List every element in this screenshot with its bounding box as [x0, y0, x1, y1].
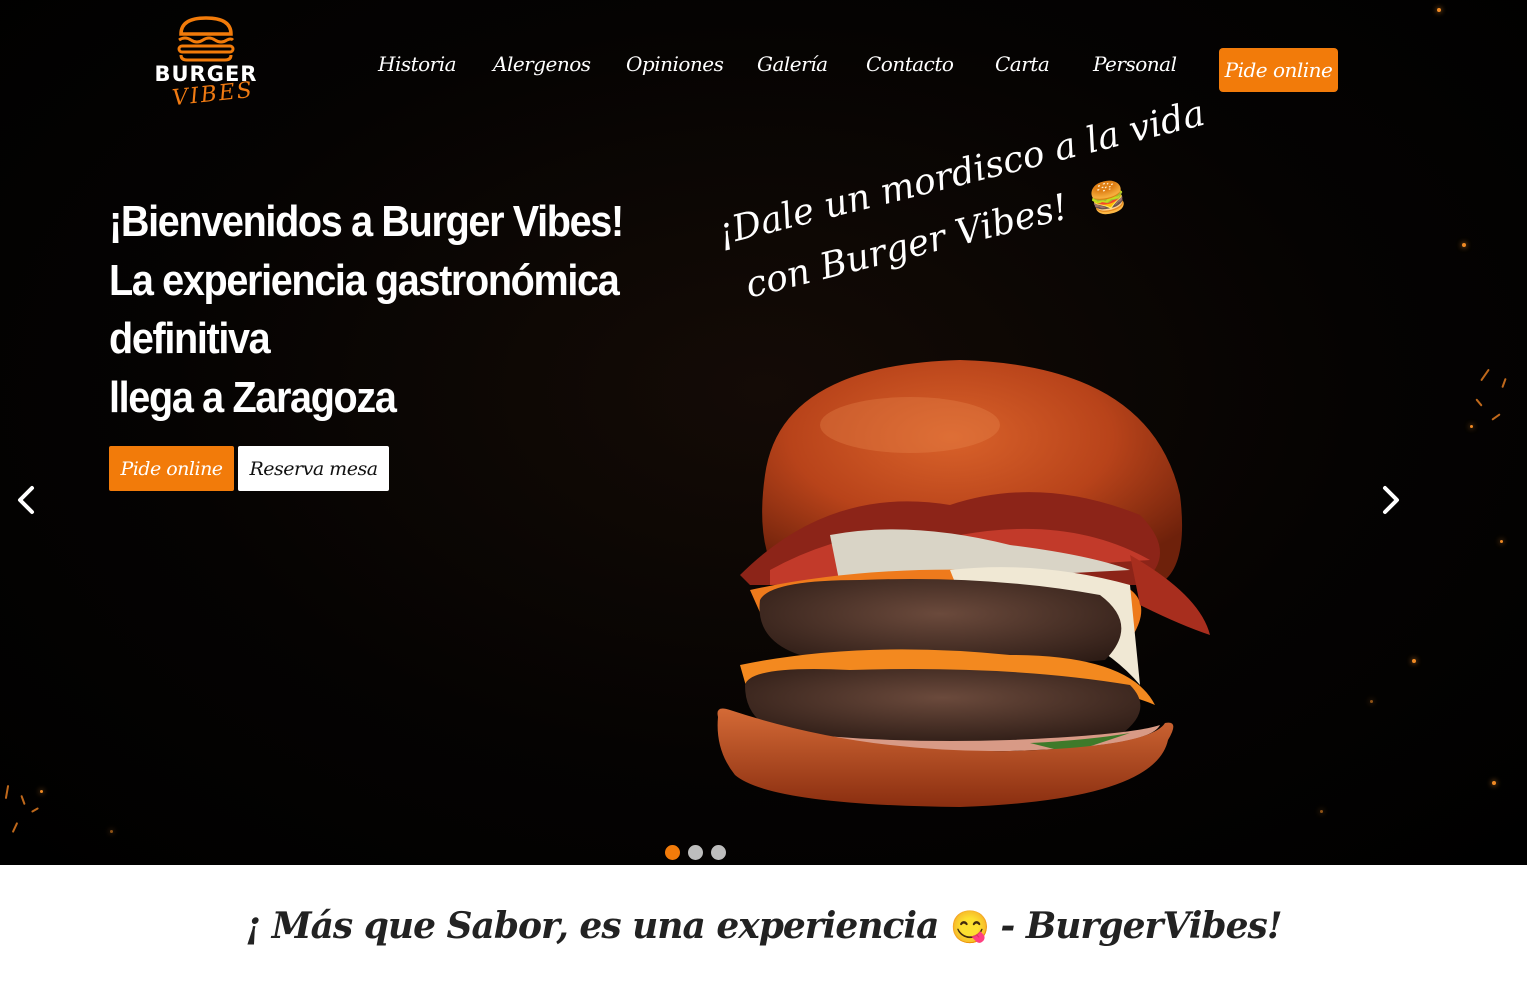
- carousel-prev-button[interactable]: [8, 482, 44, 518]
- burger-emoji-icon: 🍔: [1085, 176, 1131, 220]
- hero-carousel: BURGER VIBES Historia Alergenos Opinione…: [0, 0, 1527, 865]
- nav-link-contacto[interactable]: Contacto: [866, 52, 954, 76]
- hero-tagline: ¡Dale un mordisco a la vida con Burger V…: [712, 93, 1209, 321]
- nav-order-online-button[interactable]: Pide online: [1219, 48, 1338, 92]
- nav-link-opiniones[interactable]: Opiniones: [626, 52, 724, 76]
- slogan-brand: - BurgerVibes!: [1000, 905, 1282, 947]
- carousel-indicators: [665, 845, 726, 861]
- slogan-heading: ¡ Más que Sabor, es una experiencia 😋 - …: [0, 905, 1527, 947]
- yum-face-emoji-icon: 😋: [949, 908, 990, 946]
- hero-reserve-table-button[interactable]: Reserva mesa: [238, 446, 389, 491]
- hero-title: ¡Bienvenidos a Burger Vibes! La experien…: [109, 193, 667, 427]
- carousel-dot-1[interactable]: [665, 845, 680, 860]
- hero-title-line: La experiencia gastronómica: [109, 255, 620, 305]
- hero-title-line: definitiva: [109, 314, 271, 363]
- nav-link-alergenos[interactable]: Alergenos: [493, 52, 591, 76]
- slogan-text: ¡ Más que Sabor, es una experiencia: [245, 905, 939, 947]
- carousel-dot-3[interactable]: [711, 845, 726, 860]
- nav-link-galeria[interactable]: Galería: [757, 52, 828, 76]
- burger-photo: [717, 360, 1210, 807]
- carousel-dot-2[interactable]: [688, 845, 703, 860]
- hero-order-online-button[interactable]: Pide online: [109, 446, 234, 491]
- nav-link-carta[interactable]: Carta: [995, 52, 1050, 76]
- chevron-left-icon: [18, 486, 34, 514]
- hero-title-line: llega a Zaragoza: [109, 372, 397, 422]
- nav-link-historia[interactable]: Historia: [378, 52, 457, 76]
- carousel-next-button[interactable]: [1373, 482, 1409, 518]
- hero-title-line: ¡Bienvenidos a Burger Vibes!: [109, 197, 624, 246]
- nav-link-personal[interactable]: Personal: [1093, 52, 1177, 76]
- chevron-right-icon: [1383, 486, 1399, 514]
